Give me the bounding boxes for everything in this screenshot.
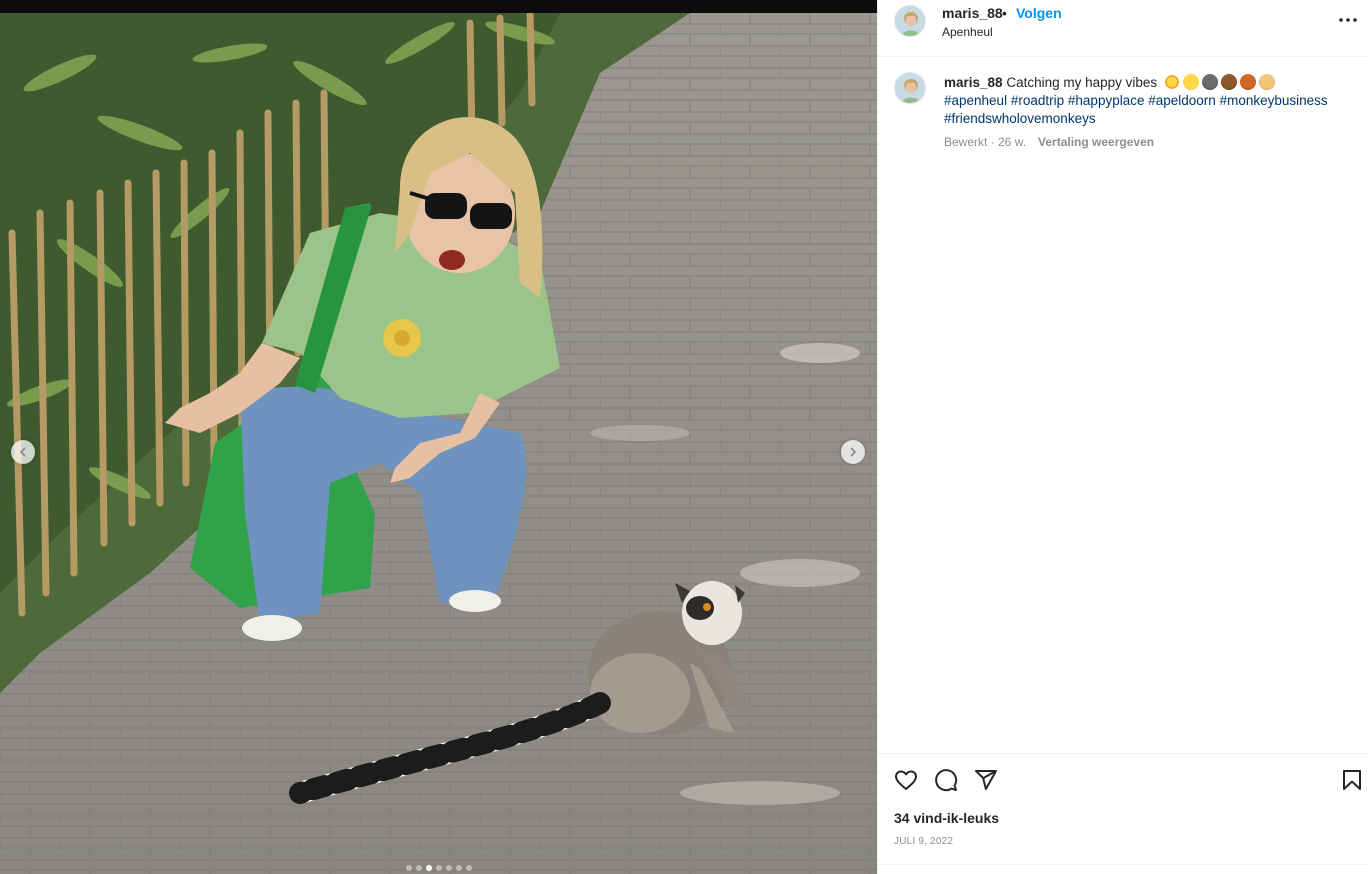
caption-meta: Bewerkt · 26 w. Vertaling weergeven [944, 135, 1154, 149]
carousel-dot [405, 865, 412, 871]
rainbow-emoji-icon [1277, 74, 1294, 90]
caption-username[interactable]: maris_88 [944, 75, 1003, 90]
chevron-left-icon [19, 447, 26, 457]
comment-button[interactable] [934, 768, 960, 794]
hashtag-link[interactable]: #monkeybusiness [1220, 93, 1328, 108]
carousel-dot [455, 865, 462, 871]
edited-timestamp: Bewerkt · 26 w. [944, 135, 1027, 149]
caption-body: Catching my happy vibes [1006, 75, 1158, 90]
carousel-dot [415, 865, 422, 871]
carousel-prev-button[interactable] [11, 440, 35, 464]
follow-button[interactable]: Volgen [1016, 5, 1062, 21]
like-count[interactable]: 34 vind-ik-leuks [894, 810, 999, 826]
avatar-image [895, 73, 925, 103]
sun-emoji-icon [1163, 74, 1180, 90]
hashtag-link[interactable]: #friendswholovemonkeys [944, 111, 1096, 126]
avatar-image [895, 6, 925, 36]
avatar[interactable] [894, 5, 926, 37]
post-photo-illustration [0, 13, 877, 874]
caption-text: maris_88 Catching my happy vibes #apenhe… [944, 74, 1354, 128]
gorilla-emoji-icon [1201, 74, 1218, 90]
bookmark-icon [1343, 770, 1361, 790]
chevron-right-icon [850, 447, 857, 457]
show-translation-link[interactable]: Vertaling weergeven [1038, 135, 1154, 149]
separator-dot: • [1002, 5, 1007, 21]
instagram-post: maris_88 • Volgen Apenheul maris_88 Catc… [0, 0, 1368, 874]
caption-emojis [1163, 74, 1294, 90]
like-button[interactable] [894, 768, 920, 794]
monkey-emoji-icon [1220, 74, 1237, 90]
photo-top-bar [0, 0, 877, 13]
post-date[interactable]: JULI 9, 2022 [894, 836, 953, 847]
comment-icon [935, 769, 958, 792]
post-header: maris_88 • Volgen Apenheul [878, 0, 1368, 57]
orangutan-emoji-icon [1239, 74, 1256, 90]
carousel-dot [465, 865, 472, 871]
carousel-next-button[interactable] [841, 440, 865, 464]
share-button[interactable] [974, 768, 1000, 794]
send-icon [975, 770, 997, 790]
hashtag-link[interactable]: #roadtrip [1011, 93, 1064, 108]
caption-hashtags: #apenheul #roadtrip #happyplace #apeldoo… [944, 93, 1328, 126]
post-location[interactable]: Apenheul [942, 25, 993, 39]
carousel-dot-active [425, 865, 432, 871]
hashtag-link[interactable]: #apenheul [944, 93, 1007, 108]
save-button[interactable] [1340, 768, 1366, 794]
post-side-panel: maris_88 • Volgen Apenheul maris_88 Catc… [877, 0, 1368, 874]
carousel-indicator [0, 865, 877, 871]
hashtag-link[interactable]: #happyplace [1068, 93, 1145, 108]
heart-icon [895, 770, 917, 790]
more-options-button[interactable] [1333, 8, 1363, 32]
more-horizontal-icon [1339, 18, 1357, 22]
post-actions: 34 vind-ik-leuks JULI 9, 2022 [878, 753, 1368, 864]
divider [878, 864, 1368, 865]
caption-avatar[interactable] [894, 72, 926, 104]
carousel-dot [445, 865, 452, 871]
carousel-dot [435, 865, 442, 871]
post-photo-panel [0, 0, 877, 874]
post-username[interactable]: maris_88 [942, 5, 1003, 21]
grinning-face-emoji-icon [1182, 74, 1199, 90]
monkey-face-emoji-icon [1258, 74, 1275, 90]
post-photo[interactable] [0, 13, 877, 874]
hashtag-link[interactable]: #apeldoorn [1148, 93, 1216, 108]
